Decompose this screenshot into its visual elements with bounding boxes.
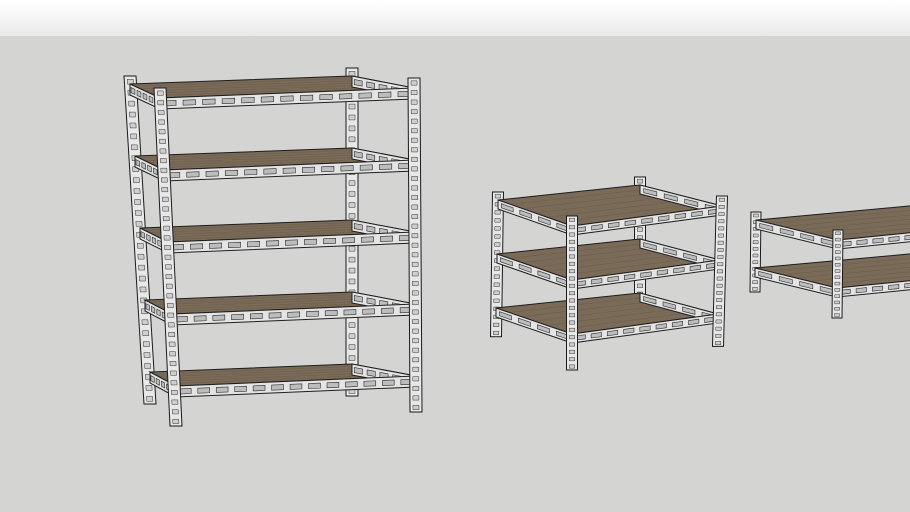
upright-post	[566, 215, 578, 371]
small-shelf-unit	[749, 205, 910, 319]
upright-post	[711, 195, 729, 347]
medium-shelf-unit	[489, 176, 729, 371]
3d-viewport[interactable]	[0, 0, 910, 512]
upright-post	[407, 77, 423, 413]
tall-shelf-unit	[123, 67, 423, 427]
upright-post	[831, 229, 844, 319]
